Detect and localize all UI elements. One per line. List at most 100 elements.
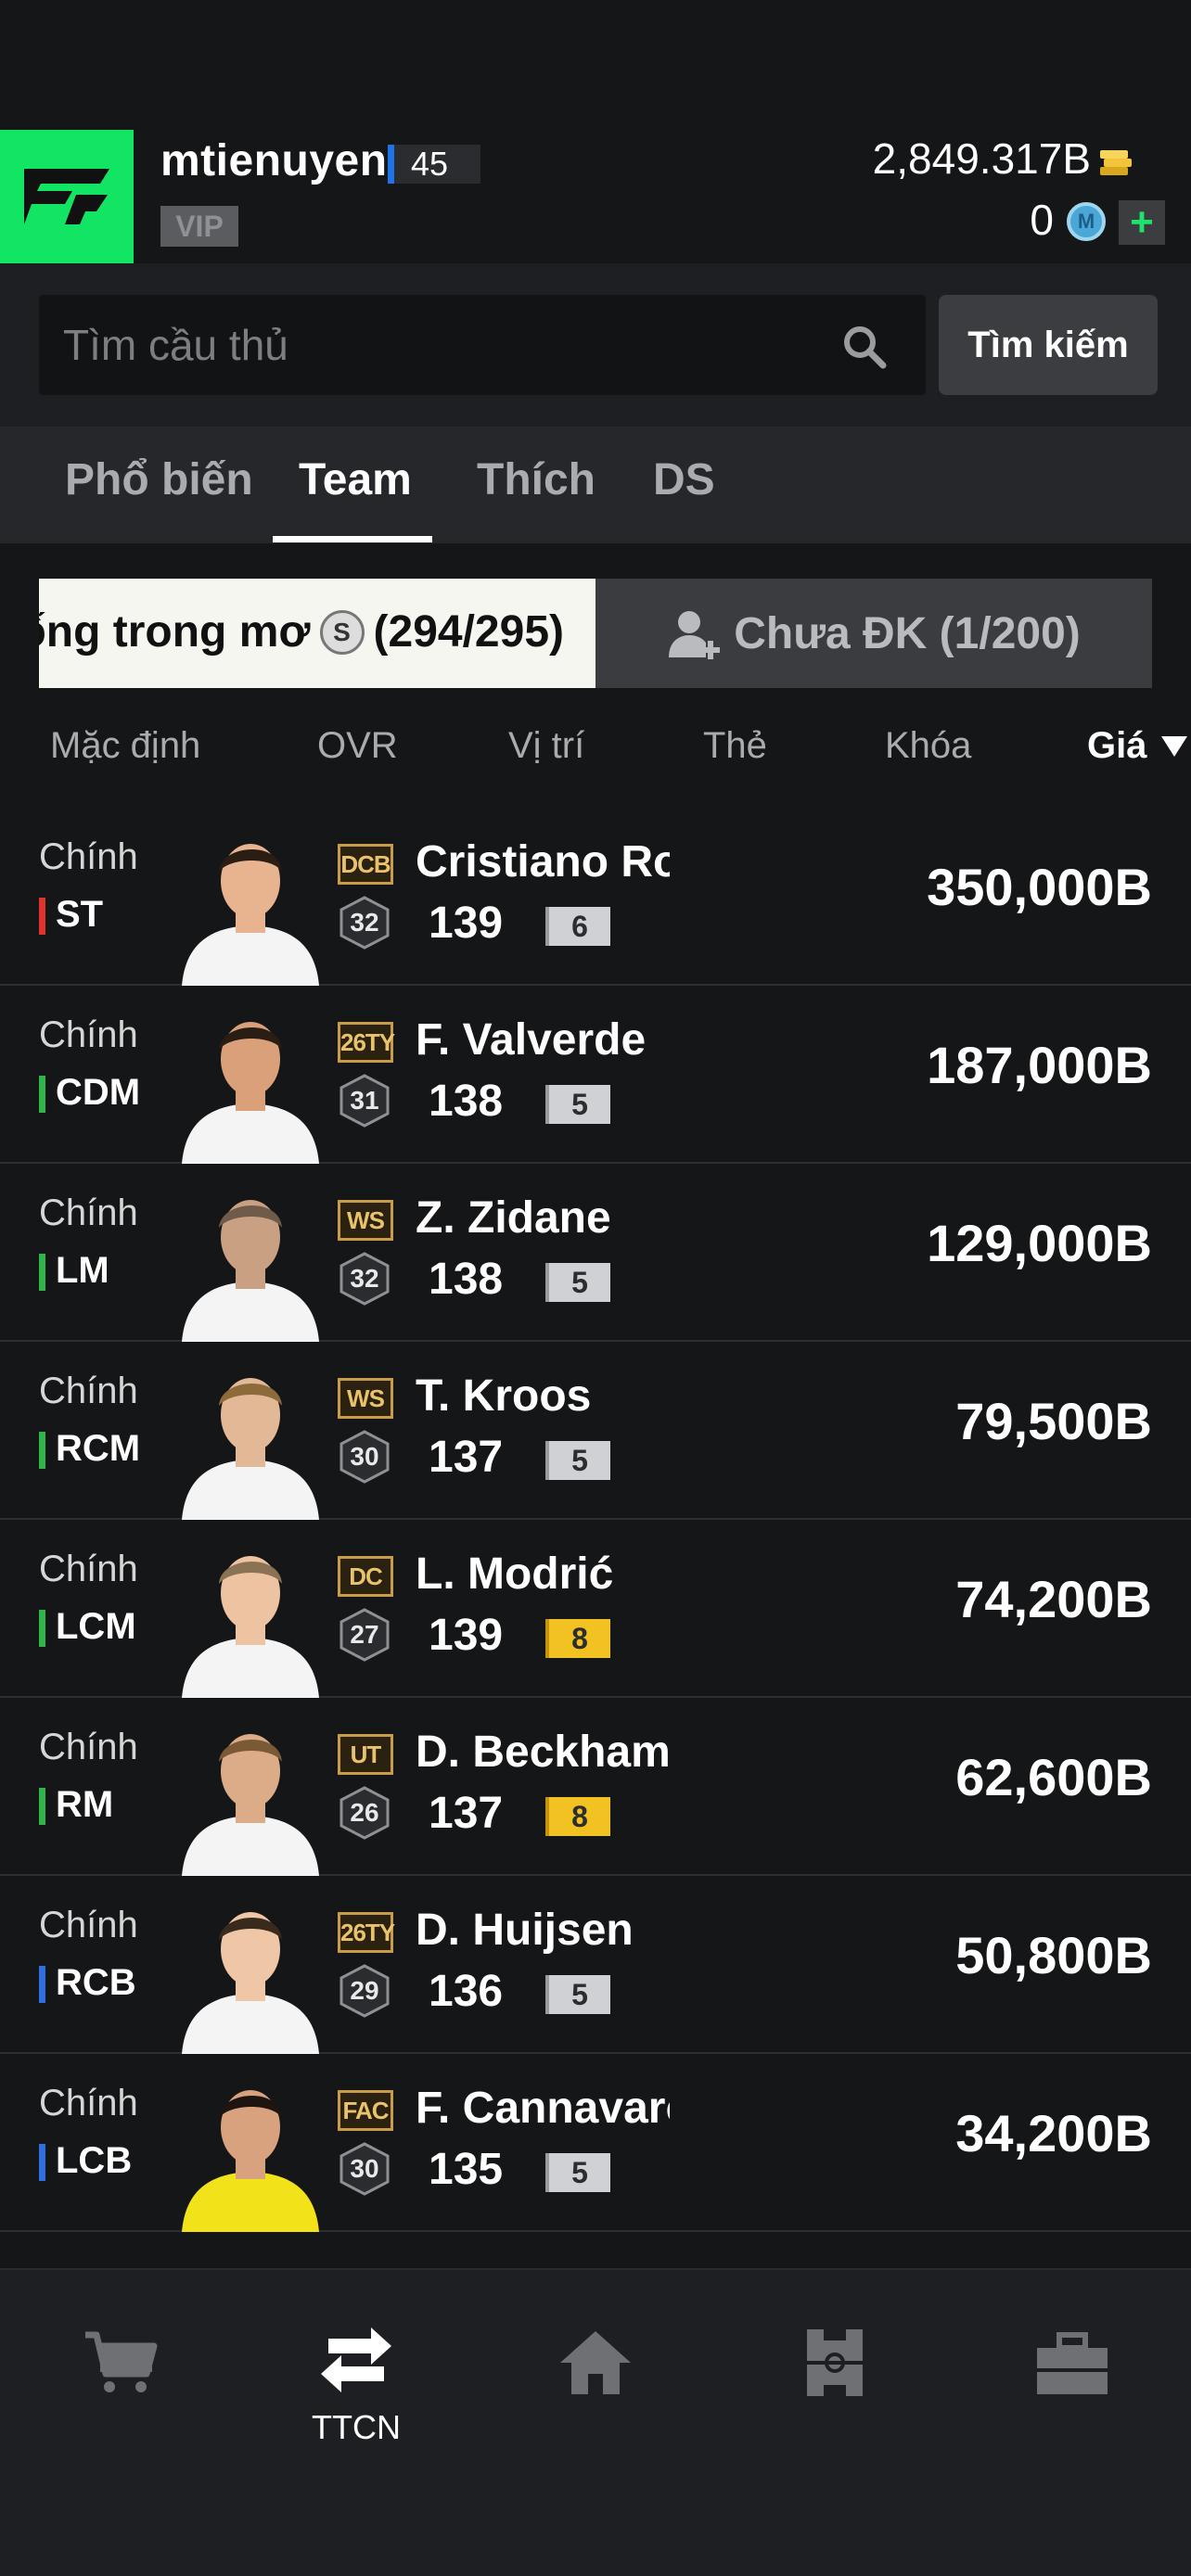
player-name: F. Valverde: [416, 1015, 647, 1065]
player-name: T. Kroos: [416, 1371, 592, 1421]
sort-default[interactable]: Mặc định: [50, 725, 200, 767]
upgrade-grade: 5: [545, 1085, 610, 1124]
player-position-label: RCB: [56, 1962, 136, 2003]
player-name: Z. Zidane: [416, 1193, 611, 1243]
player-position-label: RM: [56, 1784, 114, 1825]
search-input[interactable]: [63, 295, 824, 395]
coin-balance: 2,849.317B: [872, 134, 1091, 183]
sort-position[interactable]: Vị trí: [508, 725, 584, 767]
player-row[interactable]: Chính LCB FAC 30 F. Cannavaro 135 5 34,200B: [0, 2055, 1191, 2232]
home-icon: [560, 2331, 631, 2394]
team-score: 32: [350, 908, 379, 937]
tab-list[interactable]: DS: [653, 454, 715, 505]
player-position-label: RCM: [56, 1428, 141, 1469]
player-price: 79,500B: [955, 1392, 1152, 1450]
search-button[interactable]: Tìm kiếm: [939, 295, 1158, 395]
player-status: Chính: [39, 1192, 138, 1233]
player-row[interactable]: Chính RCB 26TY 29 D. Huijsen 136 5 50,800B: [0, 1877, 1191, 2054]
player-status: Chính: [39, 1549, 138, 1589]
team-score-hex: 29: [338, 1964, 391, 2018]
player-row[interactable]: Chính LCM DC 27 L. Modrić 139 8 74,200B: [0, 1521, 1191, 1698]
upgrade-grade: 8: [545, 1619, 610, 1658]
tab-popular[interactable]: Phổ biến: [65, 454, 253, 505]
player-name: L. Modrić: [416, 1549, 614, 1599]
dream-team-filter[interactable]: ống trong mơ S (294/295): [39, 579, 596, 688]
app-logo: [0, 130, 134, 263]
player-price: 34,200B: [955, 2104, 1152, 2162]
player-ovr: 138: [429, 1255, 504, 1304]
unregistered-filter[interactable]: Chưa ĐK (1/200): [596, 579, 1152, 688]
team-score: 27: [350, 1620, 379, 1649]
tab-bar: Phổ biến Team Thích DS: [0, 427, 1191, 543]
bag-icon: [1037, 2332, 1108, 2394]
card-season-badge: DCB: [338, 844, 393, 885]
nav-transfer-market[interactable]: TTCN: [282, 2326, 430, 2446]
tab-team[interactable]: Team: [299, 454, 412, 505]
active-tab-indicator: [273, 536, 432, 542]
player-name: D. Huijsen: [416, 1906, 634, 1955]
player-row[interactable]: Chính RM UT 26 D. Beckham 137 8 62,600B: [0, 1699, 1191, 1876]
player-name: F. Cannavaro: [416, 2084, 670, 2133]
position-color-bar: [39, 1966, 45, 2003]
add-person-icon: [669, 611, 721, 659]
tab-favorites[interactable]: Thích: [477, 454, 596, 505]
position-color-bar: [39, 898, 45, 935]
nav-squad[interactable]: [761, 2326, 909, 2437]
coin-stack-icon: [1100, 150, 1132, 175]
player-name: Cristiano Ronaldo: [416, 837, 670, 886]
player-photo: [173, 1358, 328, 1520]
player-ovr: 137: [429, 1433, 504, 1482]
player-row[interactable]: Chính LM WS 32 Z. Zidane 138 5 129,000B: [0, 1165, 1191, 1342]
sort-desc-icon: [1161, 736, 1187, 757]
add-points-button[interactable]: +: [1119, 200, 1165, 245]
card-season-badge: UT: [338, 1734, 393, 1775]
fc-logo-icon: [24, 169, 109, 224]
player-position-label: LCB: [56, 2140, 133, 2181]
sort-lock[interactable]: Khóa: [885, 725, 971, 767]
username: mtienuyen: [160, 136, 388, 185]
player-photo: [173, 1001, 328, 1164]
player-price: 129,000B: [927, 1214, 1152, 1272]
search-icon[interactable]: [840, 323, 889, 371]
player-photo: [173, 2070, 328, 2232]
nav-inventory[interactable]: [998, 2326, 1146, 2437]
player-photo: [173, 1180, 328, 1342]
player-ovr: 135: [429, 2145, 504, 2194]
card-season-badge: 26TY: [338, 1022, 395, 1063]
player-position-label: LCM: [56, 1606, 136, 1647]
player-row-partial[interactable]: [0, 2233, 1191, 2270]
player-price: 350,000B: [927, 858, 1152, 916]
vip-badge: VIP: [160, 206, 238, 247]
player-position: ST: [39, 894, 103, 936]
player-status: Chính: [39, 2083, 138, 2123]
upgrade-grade: 8: [545, 1797, 610, 1836]
search-bar: Tìm kiếm: [0, 263, 1191, 427]
team-score-hex: 30: [338, 1430, 391, 1484]
dream-team-count: (294/295): [373, 607, 564, 657]
position-color-bar: [39, 2144, 45, 2181]
sort-ovr[interactable]: OVR: [317, 725, 398, 767]
sort-card[interactable]: Thẻ: [703, 725, 767, 767]
nav-shop[interactable]: [46, 2326, 195, 2437]
player-ovr: 136: [429, 1967, 504, 2016]
player-status: Chính: [39, 1371, 138, 1411]
position-color-bar: [39, 1254, 45, 1291]
sort-price[interactable]: Giá: [1087, 725, 1146, 767]
player-ovr: 137: [429, 1789, 504, 1838]
player-photo: [173, 1892, 328, 2054]
position-color-bar: [39, 1432, 45, 1469]
player-status: Chính: [39, 1014, 138, 1055]
player-row[interactable]: Chính RCM WS 30 T. Kroos 137 5 79,500B: [0, 1343, 1191, 1520]
m-point-icon: M: [1067, 202, 1106, 241]
player-row[interactable]: Chính CDM 26TY 31 F. Valverde 138 5 187,000B: [0, 987, 1191, 1164]
card-season-badge: 26TY: [338, 1912, 395, 1953]
player-price: 50,800B: [955, 1926, 1152, 1984]
nav-home[interactable]: [521, 2326, 670, 2437]
team-score: 30: [350, 2154, 379, 2183]
position-color-bar: [39, 1076, 45, 1113]
player-row[interactable]: Chính ST DCB 32 Cristiano Ronaldo 139 6 350,000…: [0, 809, 1191, 986]
upgrade-grade: 5: [545, 2153, 610, 2192]
player-name: D. Beckham: [416, 1728, 670, 1777]
player-ovr: 139: [429, 1611, 504, 1660]
player-price: 62,600B: [955, 1748, 1152, 1806]
